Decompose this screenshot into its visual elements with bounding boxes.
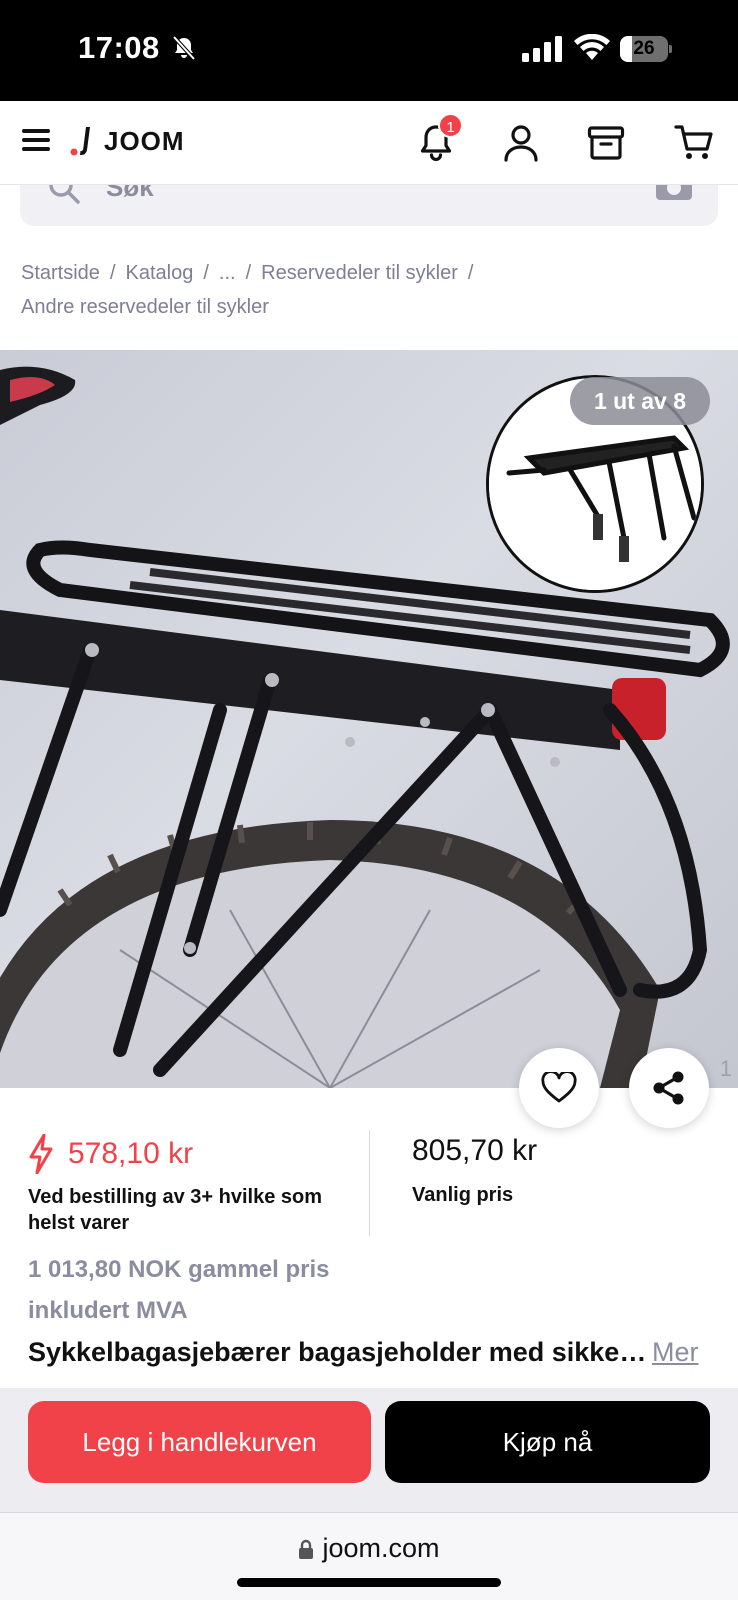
user-icon (504, 125, 538, 162)
battery-icon: 26 (620, 36, 672, 62)
promo-price-row: 578,10 kr (28, 1134, 193, 1174)
price-section: 578,10 kr Ved bestilling av 3+ hvilke so… (0, 1088, 738, 1388)
heart-icon (541, 1072, 577, 1103)
menu-icon[interactable] (22, 127, 52, 153)
profile-button[interactable] (497, 119, 545, 167)
orders-button[interactable] (582, 119, 630, 167)
breadcrumb-ellipsis[interactable]: ... (219, 262, 236, 284)
breadcrumb-other-bike-parts[interactable]: Andre reservedeler til sykler (21, 296, 269, 318)
promo-description: Ved bestilling av 3+ hvilke som helst va… (28, 1186, 323, 1234)
lightning-icon (29, 1134, 53, 1174)
wifi-icon (574, 34, 610, 60)
product-image-gallery[interactable]: 1 ut av 8 1 (0, 350, 738, 1088)
share-icon (653, 1071, 684, 1105)
more-link[interactable]: Mer (652, 1332, 699, 1372)
orders-box-icon (587, 126, 625, 160)
breadcrumb-bike-parts[interactable]: Reservedeler til sykler (261, 262, 458, 284)
cart-button[interactable] (670, 119, 718, 167)
vat-note: inkludert MVA (28, 1297, 188, 1324)
logo-text: JOOM (104, 125, 185, 156)
lock-icon (299, 1539, 314, 1559)
notification-badge: 1 (438, 113, 463, 138)
breadcrumb-catalog[interactable]: Katalog (126, 262, 194, 284)
image-page-number: 1 (719, 1056, 732, 1081)
notifications-button[interactable]: 1 (412, 113, 463, 167)
price-divider (369, 1130, 370, 1236)
battery-level: 26 (633, 38, 655, 59)
old-price: 1 013,80 NOK gammel pris (28, 1256, 330, 1283)
product-title: Sykkelbagasjebærer bagasjeholder med sik… (28, 1337, 648, 1367)
status-bar: 17:08 26 (0, 0, 738, 101)
action-bar: Legg i handlekurven Kjøp nå (0, 1388, 738, 1512)
image-counter: 1 ut av 8 (569, 377, 710, 425)
breadcrumb: Startside / Katalog /... / Reservedeler til s… (21, 262, 474, 318)
cellular-signal-icon (522, 36, 562, 62)
add-to-cart-button[interactable]: Legg i handlekurven (28, 1401, 371, 1483)
buy-now-button[interactable]: Kjøp nå (385, 1401, 710, 1483)
breadcrumb-home[interactable]: Startside (21, 262, 100, 284)
url-text: joom.com (322, 1533, 440, 1563)
logo-mark-icon (70, 127, 90, 156)
home-indicator (237, 1578, 501, 1587)
top-header: JOOM 1 (0, 101, 738, 185)
favorite-button[interactable] (519, 1048, 599, 1128)
share-button[interactable] (629, 1048, 709, 1128)
cart-icon (674, 125, 713, 159)
status-time: 17:08 (78, 30, 160, 65)
url-row: joom.com (0, 1533, 738, 1564)
joom-logo[interactable]: JOOM (70, 121, 185, 161)
bell-slash-icon (172, 35, 196, 61)
regular-price-label: Vanlig pris (412, 1184, 514, 1206)
regular-price: 805,70 kr (412, 1134, 538, 1167)
promo-price: 578,10 kr (68, 1137, 194, 1170)
